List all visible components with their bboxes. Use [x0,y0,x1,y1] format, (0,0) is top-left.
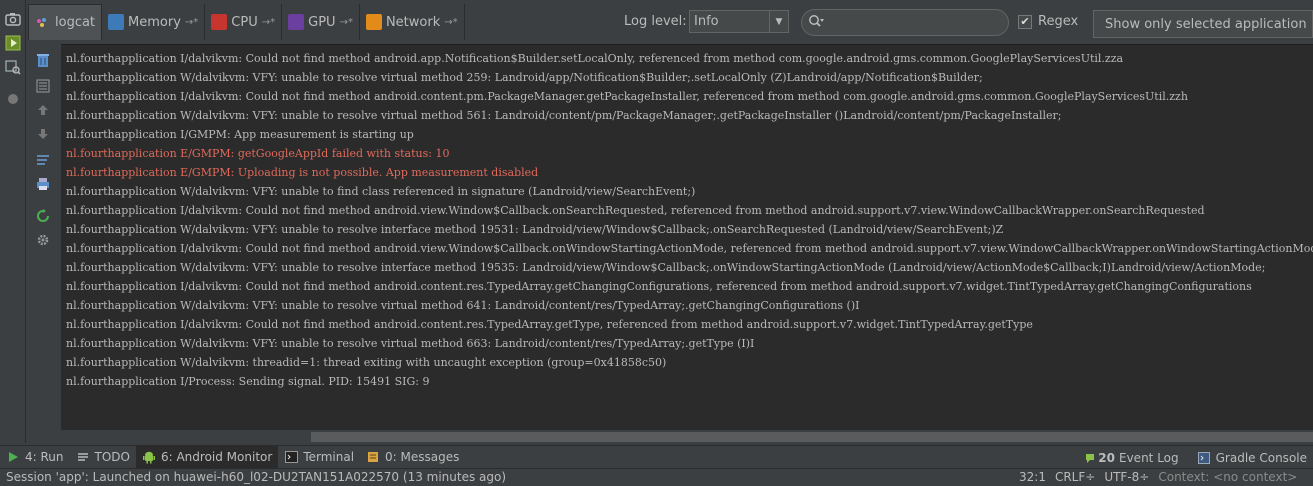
context-indicator[interactable]: Context: <no context> [1158,469,1297,486]
log-line: nl.fourthapplication I/dalvikvm: Could n… [66,90,1188,103]
log-line: nl.fourthapplication W/dalvikvm: VFY: un… [66,299,860,312]
regex-checkbox[interactable]: ✔ [1018,14,1032,29]
app-filter-select[interactable]: Show only selected application [1093,10,1313,38]
print-icon[interactable] [35,176,51,192]
log-line: nl.fourthapplication W/dalvikvm: threadi… [66,356,667,369]
tab-memory[interactable]: Memory →* [102,4,206,40]
log-line: nl.fourthapplication I/dalvikvm: Could n… [66,280,1252,293]
left-tool-strip [0,0,26,443]
soft-wrap-icon[interactable] [35,152,51,168]
tool-window-bar-right: 20 Event Log Gradle Console [1077,446,1313,469]
system-info-icon[interactable] [4,58,22,76]
logcat-icon [35,15,51,31]
tab-label: GPU [308,14,336,30]
log-line: nl.fourthapplication W/dalvikvm: VFY: un… [66,185,696,198]
log-line: nl.fourthapplication I/dalvikvm: Could n… [66,204,1205,217]
gradle-console-icon [1197,451,1211,465]
network-icon [365,14,382,30]
tool-event-log[interactable]: 20 Event Log [1077,446,1184,469]
log-level-label: Log level: [624,14,687,29]
up-arrow-icon[interactable] [35,102,51,118]
tab-label: Memory [128,14,181,30]
log-line: nl.fourthapplication E/GMPM: Uploading i… [66,166,539,179]
gpu-icon [288,14,305,30]
tool-label: 0: Messages [385,450,460,464]
tab-gpu[interactable]: GPU →* [282,4,360,40]
tool-todo[interactable]: TODO [70,446,136,469]
log-line: nl.fourthapplication I/GMPM: App measure… [66,128,414,141]
monitor-tabbar: logcat Memory →* CPU →* GPU →* Network →… [28,4,465,40]
log-line: nl.fourthapplication I/dalvikvm: Could n… [66,318,1033,331]
log-line: nl.fourthapplication I/Process: Sending … [66,375,430,388]
log-line: nl.fourthapplication W/dalvikvm: VFY: un… [66,223,1004,236]
terminal-icon [284,450,298,464]
down-arrow-icon[interactable] [35,126,51,142]
search-input[interactable] [828,15,998,30]
clear-logcat-icon[interactable] [35,52,51,68]
search-icon [808,14,824,31]
tab-pin[interactable]: →* [262,17,275,28]
tab-cpu[interactable]: CPU →* [205,4,283,40]
tool-label: Terminal [303,450,355,464]
log-line: nl.fourthapplication I/dalvikvm: Could n… [66,242,1313,255]
status-message: Session 'app': Launched on huawei-h60_l0… [6,470,507,484]
file-encoding[interactable]: UTF-8÷ [1104,469,1149,486]
run-icon [6,450,20,464]
log-line: nl.fourthapplication E/GMPM: getGoogleAp… [66,147,450,160]
log-line: nl.fourthapplication W/dalvikvm: VFY: un… [66,109,1062,122]
screen-record-icon[interactable] [4,34,22,52]
status-bar: Session 'app': Launched on huawei-h60_l0… [0,468,1313,486]
tool-label: Event Log [1119,450,1179,465]
log-line: nl.fourthapplication I/dalvikvm: Could n… [66,52,1124,65]
tab-label: CPU [231,14,258,30]
tab-label: Network [385,14,441,30]
log-level-select[interactable]: Info ▼ [689,10,789,33]
todo-icon [76,450,90,464]
tab-pin[interactable]: →* [185,17,198,28]
tool-messages[interactable]: 0: Messages [360,446,465,469]
log-lines: nl.fourthapplication I/dalvikvm: Could n… [66,49,1313,391]
regex-label: Regex [1038,14,1079,29]
tool-terminal[interactable]: Terminal [278,446,360,469]
tool-android-monitor[interactable]: 6: Android Monitor [135,445,279,469]
memory-icon [108,14,125,30]
tool-label: TODO [94,450,130,464]
tool-label: 6: Android Monitor [160,450,273,464]
tool-run[interactable]: 4: Run [0,446,70,469]
status-right: 32:1 CRLF÷ UTF-8÷ Context: <no context> [1019,469,1297,486]
log-level-value: Info [694,14,719,29]
settings-gear-icon[interactable] [35,232,51,248]
log-line: nl.fourthapplication W/dalvikvm: VFY: un… [66,337,755,350]
restart-icon[interactable] [35,208,51,224]
app-filter-value: Show only selected application [1105,16,1307,32]
tool-label: 4: Run [25,450,64,464]
line-separator[interactable]: CRLF÷ [1055,469,1095,486]
logcat-output[interactable]: nl.fourthapplication I/dalvikvm: Could n… [61,44,1313,430]
terminate-app-icon[interactable] [4,90,22,108]
log-line: nl.fourthapplication W/dalvikvm: VFY: un… [66,261,1266,274]
android-icon [142,450,156,464]
tool-label: Gradle Console [1215,450,1307,465]
log-line: nl.fourthapplication W/dalvikvm: VFY: un… [66,71,983,84]
event-log-badge: 20 [1098,450,1115,465]
horizontal-scrollbar[interactable] [311,432,1313,442]
tab-network[interactable]: Network →* [360,4,465,40]
caret-position[interactable]: 32:1 [1019,469,1046,486]
messages-icon [366,450,380,464]
search-field[interactable] [801,9,1009,36]
regex-option[interactable]: ✔ Regex [1018,14,1078,29]
tab-pin[interactable]: →* [444,17,457,28]
tab-pin[interactable]: →* [340,17,353,28]
logcat-side-toolbar [28,44,58,432]
tool-gradle-console[interactable]: Gradle Console [1191,446,1313,469]
tab-logcat[interactable]: logcat [28,4,103,40]
chevron-down-icon[interactable]: ▼ [769,11,788,32]
event-log-icon [1083,451,1097,465]
tab-label: logcat [55,15,96,30]
android-monitor-window: logcat Memory →* CPU →* GPU →* Network →… [0,0,1313,486]
scroll-to-end-icon[interactable] [35,78,51,94]
tool-window-bar: 4: Run TODO 6: Android Monitor Terminal … [0,445,1313,469]
screen-capture-icon[interactable] [4,10,22,28]
cpu-icon [211,14,228,30]
